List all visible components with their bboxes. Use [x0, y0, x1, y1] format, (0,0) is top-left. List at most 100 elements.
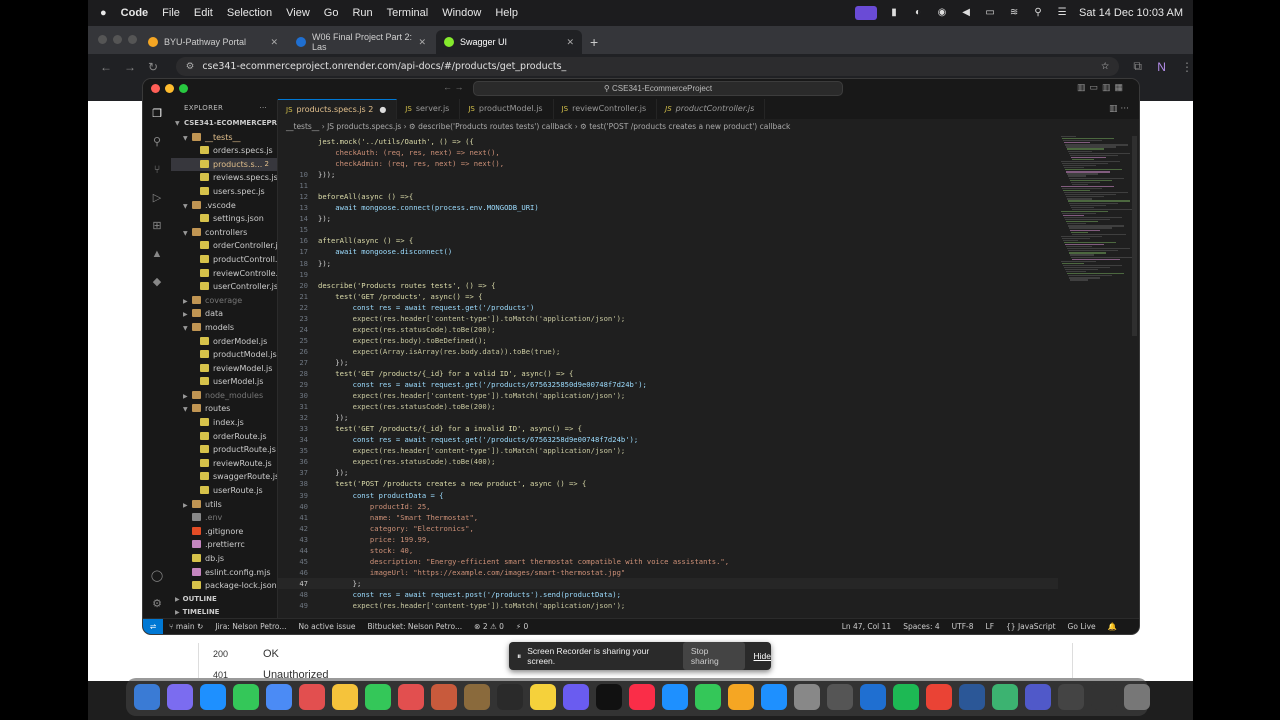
- forward-icon[interactable]: →: [124, 60, 136, 74]
- code-line[interactable]: checkAdmin: (req, res, next) => next(),: [278, 158, 1058, 169]
- outline-section[interactable]: ▶ OUTLINE: [171, 593, 277, 606]
- code-line[interactable]: 28 test('GET /products/{_id} for a valid…: [278, 368, 1058, 379]
- dock-app-icon[interactable]: [200, 684, 226, 710]
- tree-file[interactable]: orderRoute.js: [171, 430, 277, 444]
- code-line[interactable]: 18});: [278, 258, 1058, 269]
- tree-folder[interactable]: ▶ node_modules: [171, 389, 277, 403]
- dock-app-icon[interactable]: [761, 684, 787, 710]
- code-line[interactable]: 27 });: [278, 357, 1058, 368]
- dock-app-icon[interactable]: [332, 684, 358, 710]
- close-icon[interactable]: ✕: [418, 37, 426, 48]
- tree-file[interactable]: userController.js: [171, 280, 277, 294]
- tree-file[interactable]: productControll...: [171, 253, 277, 267]
- tree-folder[interactable]: ▶ coverage: [171, 294, 277, 308]
- editor-scrollbar[interactable]: [1132, 136, 1137, 336]
- tree-folder[interactable]: ▼ controllers: [171, 226, 277, 240]
- code-line[interactable]: 31 expect(res.statusCode).toBe(200);: [278, 401, 1058, 412]
- stop-sharing-button[interactable]: Stop sharing: [682, 642, 745, 670]
- close-icon[interactable]: ✕: [270, 37, 278, 48]
- tab-server[interactable]: JS server.js: [397, 99, 461, 119]
- code-line[interactable]: 38 test('POST /products creates a new pr…: [278, 478, 1058, 489]
- control-icon[interactable]: ◉: [935, 7, 949, 19]
- tree-folder[interactable]: ▼ routes: [171, 402, 277, 416]
- volume-icon[interactable]: ◀: [959, 7, 973, 19]
- code-line[interactable]: 24 expect(res.statusCode).toBe(200);: [278, 324, 1058, 335]
- dock-app-icon[interactable]: [926, 684, 952, 710]
- dock-app-icon[interactable]: [431, 684, 457, 710]
- tree-file[interactable]: orderController.js: [171, 239, 277, 253]
- dock-app-icon[interactable]: [662, 684, 688, 710]
- tab-review-controller[interactable]: JS reviewController.js: [554, 99, 658, 119]
- code-line[interactable]: 40 productId: 25,: [278, 501, 1058, 512]
- dock-app-icon[interactable]: [134, 684, 160, 710]
- tree-file[interactable]: orders.specs.js: [171, 144, 277, 158]
- dock-app-icon[interactable]: [398, 684, 424, 710]
- problems-status[interactable]: ⊗ 2 ⚠ 0: [474, 622, 504, 631]
- battery-icon[interactable]: ▭: [983, 7, 997, 19]
- source-control-icon[interactable]: ⑂: [150, 163, 164, 177]
- code-line[interactable]: 46 imageUrl: "https://example.com/images…: [278, 567, 1058, 578]
- tree-file[interactable]: eslint.config.mjs: [171, 566, 277, 580]
- testing-icon[interactable]: ▲: [150, 247, 164, 261]
- zoom-window-button[interactable]: [128, 35, 137, 44]
- split-editor-icon[interactable]: ▥ ···: [1109, 99, 1129, 119]
- dock-app-icon[interactable]: [1091, 684, 1117, 710]
- dock-app-icon[interactable]: [629, 684, 655, 710]
- app-menu[interactable]: Code: [121, 7, 149, 19]
- code-line[interactable]: 35 expect(res.header['content-type']).to…: [278, 445, 1058, 456]
- menu-terminal[interactable]: Terminal: [387, 7, 429, 19]
- control-center-icon[interactable]: ☰: [1055, 7, 1069, 19]
- search-icon[interactable]: ⚲: [1031, 7, 1045, 19]
- cursor-position[interactable]: Ln 47, Col 11: [842, 622, 891, 631]
- tree-file[interactable]: userRoute.js: [171, 484, 277, 498]
- tree-file[interactable]: reviewControlle...: [171, 267, 277, 281]
- code-line[interactable]: 43 price: 199.99,: [278, 534, 1058, 545]
- dock-app-icon[interactable]: [464, 684, 490, 710]
- code-line[interactable]: 39 const productData = {: [278, 490, 1058, 501]
- bookmark-star-icon[interactable]: ☆: [1101, 61, 1110, 72]
- tree-file[interactable]: settings.json: [171, 212, 277, 226]
- zoom-window-button[interactable]: [179, 84, 188, 93]
- url-field[interactable]: ⚙ cse341-ecommerceproject.onrender.com/a…: [175, 57, 1120, 76]
- dock-app-icon[interactable]: [728, 684, 754, 710]
- code-line[interactable]: 32 });: [278, 412, 1058, 423]
- menu-help[interactable]: Help: [495, 7, 518, 19]
- dock-app-icon[interactable]: [992, 684, 1018, 710]
- code-line[interactable]: 30 expect(res.header['content-type']).to…: [278, 390, 1058, 401]
- tree-file[interactable]: orderModel.js: [171, 335, 277, 349]
- account-icon[interactable]: ◯: [150, 569, 164, 583]
- dock-app-icon[interactable]: [860, 684, 886, 710]
- browser-tab-byu[interactable]: BYU-Pathway Portal ✕: [140, 30, 286, 54]
- tree-folder[interactable]: ▶ utils: [171, 498, 277, 512]
- code-line[interactable]: 14});: [278, 213, 1058, 224]
- status-icon[interactable]: ◐: [911, 7, 925, 19]
- dock-app-icon[interactable]: [1058, 684, 1084, 710]
- run-debug-icon[interactable]: ▷: [150, 191, 164, 205]
- nav-back-icon[interactable]: ← →: [443, 82, 464, 92]
- code-line[interactable]: 25 expect(res.body).toBeDefined();: [278, 335, 1058, 346]
- menu-run[interactable]: Run: [352, 7, 372, 19]
- menu-selection[interactable]: Selection: [227, 7, 272, 19]
- browser-menu-icon[interactable]: ⋮: [1181, 60, 1193, 74]
- code-line[interactable]: 11: [278, 180, 1058, 191]
- tree-file[interactable]: reviewRoute.js: [171, 457, 277, 471]
- jira-status[interactable]: Jira: Nelson Petro...: [215, 622, 286, 631]
- new-tab-button[interactable]: +: [584, 30, 604, 54]
- tree-file[interactable]: users.spec.js: [171, 185, 277, 199]
- remote-icon[interactable]: ⇌: [143, 618, 163, 634]
- code-line[interactable]: 13 await mongoose.connect(process.env.MO…: [278, 202, 1058, 213]
- code-line[interactable]: 48 const res = await request.post('/prod…: [278, 589, 1058, 600]
- code-line[interactable]: 21 test('GET /products', async() => {: [278, 291, 1058, 302]
- tree-folder[interactable]: ▼ __tests__: [171, 131, 277, 145]
- menu-view[interactable]: View: [286, 7, 310, 19]
- menu-go[interactable]: Go: [324, 7, 339, 19]
- minimap[interactable]: [1061, 136, 1133, 296]
- code-line[interactable]: 33 test('GET /products/{_id} for a inval…: [278, 423, 1058, 434]
- indentation-status[interactable]: Spaces: 4: [903, 622, 939, 631]
- code-line[interactable]: 47 };: [278, 577, 1058, 589]
- code-line[interactable]: 19: [278, 269, 1058, 280]
- code-line[interactable]: 15: [278, 224, 1058, 235]
- code-line[interactable]: 29 const res = await request.get('/produ…: [278, 379, 1058, 390]
- code-line[interactable]: 41 name: "Smart Thermostat",: [278, 512, 1058, 523]
- microphone-icon[interactable]: ▮: [887, 7, 901, 19]
